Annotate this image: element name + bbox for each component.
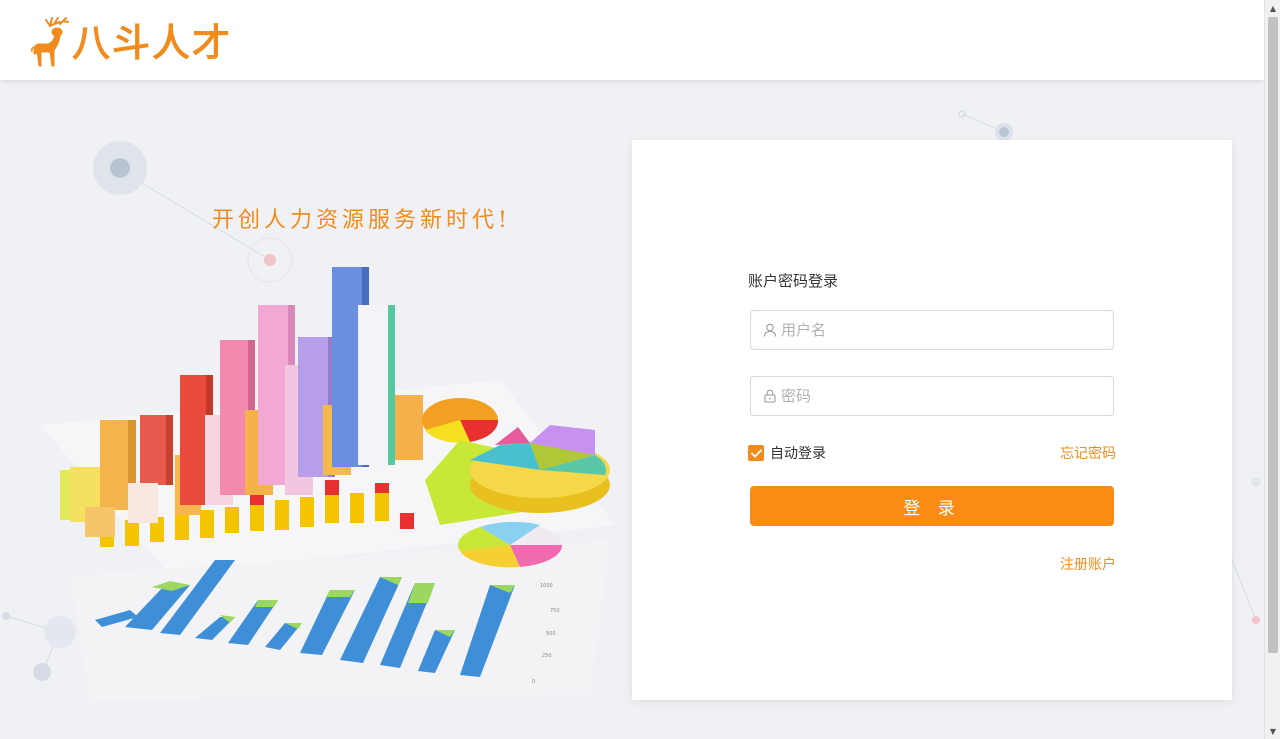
scroll-thumb[interactable] [1268,17,1278,653]
lock-icon [764,389,776,403]
vertical-scrollbar[interactable]: ▲ ▼ [1264,0,1280,739]
login-card: 账户密码登录 自动登录 忘记密码 登 录 注册账户 [632,140,1232,700]
user-icon [763,323,777,337]
username-input[interactable] [781,312,1101,348]
forgot-password-link[interactable]: 忘记密码 [1060,443,1116,463]
password-input[interactable] [781,378,1101,414]
hero-slogan: 开创人力资源服务新时代! [212,208,511,233]
svg-text:0: 0 [532,679,535,685]
svg-text:500: 500 [546,631,556,637]
scroll-down-arrow-icon[interactable]: ▼ [1265,723,1280,739]
scroll-up-arrow-icon[interactable]: ▲ [1265,0,1280,16]
login-title: 账户密码登录 [748,272,839,290]
deer-icon [31,17,69,67]
auto-login-label[interactable]: 自动登录 [770,443,826,463]
username-field[interactable] [750,310,1114,350]
login-button[interactable]: 登 录 [750,486,1114,526]
top-header: 八斗人才 [0,0,1264,80]
brand-logo[interactable]: 八斗人才 [30,12,232,68]
svg-text:750: 750 [550,608,560,614]
svg-text:1000: 1000 [540,583,553,589]
auto-login-row: 自动登录 [748,443,826,463]
svg-text:250: 250 [542,653,552,659]
checkmark-icon [750,449,762,457]
password-field[interactable] [750,376,1114,416]
brand-name: 八斗人才 [72,21,233,65]
register-account-link[interactable]: 注册账户 [1060,554,1116,574]
auto-login-checkbox[interactable] [748,445,764,461]
data-charts-illustration: 1000 750 500 250 0 [40,267,615,700]
